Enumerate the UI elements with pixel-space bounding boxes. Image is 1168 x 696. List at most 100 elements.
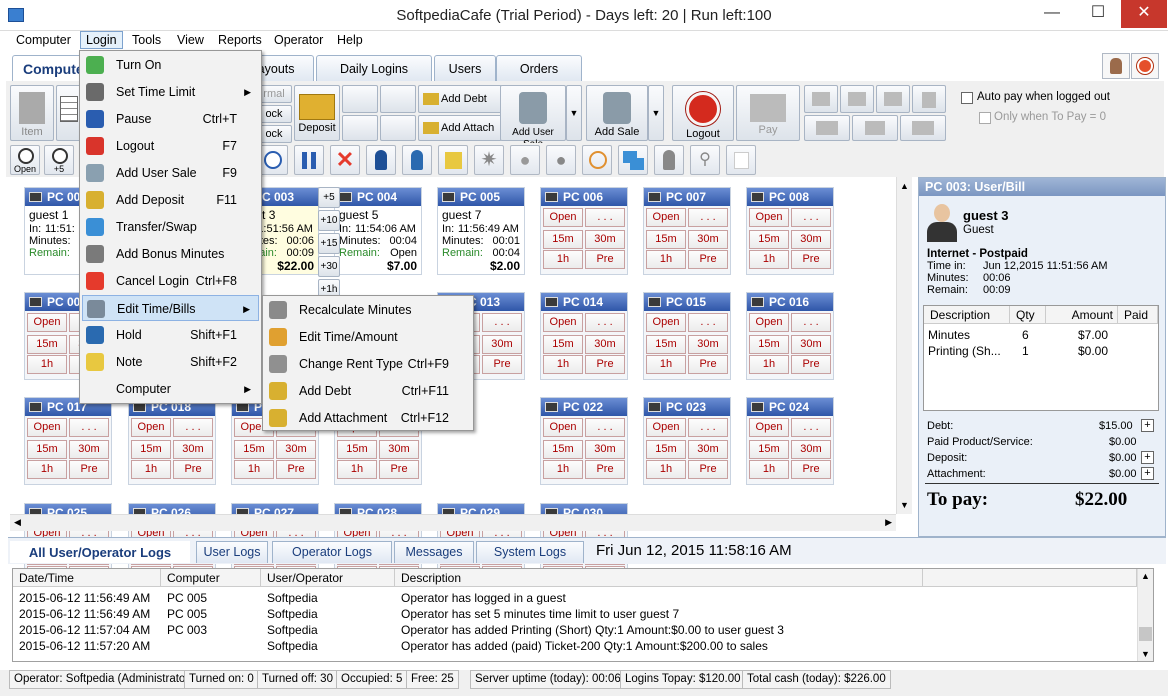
15m-button[interactable]: 15m	[27, 440, 67, 459]
login-menu-item[interactable]: Logout F7	[82, 133, 259, 159]
power-icon[interactable]	[1131, 53, 1159, 79]
1h-button[interactable]: 1h	[337, 460, 377, 479]
login-menu-item[interactable]: Note Shift+F2	[82, 349, 259, 375]
gray-button-7[interactable]	[900, 115, 946, 141]
edit-submenu-item[interactable]: Edit Time/Amount	[265, 324, 471, 350]
add-debt-button[interactable]: Add Debt	[418, 85, 502, 113]
message-button[interactable]: ●	[510, 145, 540, 175]
blank-button-2[interactable]	[380, 85, 416, 113]
login-menu-item[interactable]: Cancel Login Ctrl+F8	[82, 268, 259, 294]
blank-tool-button[interactable]	[726, 145, 756, 175]
open-button[interactable]: Open	[543, 418, 583, 437]
open-button[interactable]: Open	[543, 208, 583, 227]
note-button[interactable]	[438, 145, 468, 175]
login-menu-item[interactable]: Edit Time/Bills ▶	[82, 295, 259, 321]
close-button[interactable]: ✕	[1121, 0, 1167, 28]
30m-button[interactable]: 30m	[791, 230, 831, 249]
gray-button-4[interactable]	[912, 85, 946, 113]
col-description[interactable]: Description	[395, 569, 923, 587]
col-datetime[interactable]: Date/Time	[13, 569, 161, 587]
open-button[interactable]: Open	[543, 313, 583, 332]
1h-button[interactable]: 1h	[749, 355, 789, 374]
pc-tile[interactable]: PC 014 Open. . . 15m 30m 1h Pre	[540, 292, 628, 380]
login-menu-item[interactable]: Add Deposit F11	[82, 187, 259, 213]
more-button[interactable]: . . .	[173, 418, 213, 437]
prepaid-button[interactable]: Pre	[688, 460, 728, 479]
prepaid-button[interactable]: Pre	[379, 460, 419, 479]
add-sale-button[interactable]: Add Sale	[586, 85, 648, 141]
add-debt-plus[interactable]: +	[1141, 419, 1154, 432]
add-time-button[interactable]: +30	[318, 256, 340, 277]
pc-tile[interactable]: PC 022 Open. . . 15m 30m 1h Pre	[540, 397, 628, 485]
15m-button[interactable]: 15m	[131, 440, 171, 459]
pc-tile[interactable]: PC 008 Open. . . 15m 30m 1h Pre	[746, 187, 834, 275]
add-time-button[interactable]: +10	[318, 210, 340, 231]
edit-submenu-item[interactable]: Add Debt Ctrl+F11	[265, 378, 471, 404]
maximize-button[interactable]: ☐	[1075, 0, 1121, 28]
pc-tile[interactable]: PC 016 Open. . . 15m 30m 1h Pre	[746, 292, 834, 380]
more-button[interactable]: . . .	[585, 313, 625, 332]
tab-system-logs[interactable]: System Logs	[476, 541, 584, 563]
tab-operator-logs[interactable]: Operator Logs	[272, 541, 392, 563]
30m-button[interactable]: 30m	[585, 230, 625, 249]
tab-users[interactable]: Users	[434, 55, 496, 82]
menu-view[interactable]: View	[177, 33, 204, 47]
prepaid-button[interactable]: Pre	[585, 460, 625, 479]
set-time-button[interactable]	[258, 145, 288, 175]
user-config-icon[interactable]	[1102, 53, 1130, 79]
15m-button[interactable]: 15m	[646, 440, 686, 459]
15m-button[interactable]: 15m	[749, 335, 789, 354]
blank-button-1[interactable]	[342, 85, 378, 113]
open-button[interactable]: Open	[749, 313, 789, 332]
login-menu-item[interactable]: Pause Ctrl+T	[82, 106, 259, 132]
menu-reports[interactable]: Reports	[218, 33, 262, 47]
pc-tile[interactable]: PC 024 Open. . . 15m 30m 1h Pre	[746, 397, 834, 485]
gray-button-1[interactable]	[804, 85, 838, 113]
gauge-button[interactable]	[582, 145, 612, 175]
deposit-button[interactable]: Deposit	[294, 85, 340, 141]
login-menu-item[interactable]: Add User Sale F9	[82, 160, 259, 186]
gray-button-6[interactable]	[852, 115, 898, 141]
1h-button[interactable]: 1h	[646, 250, 686, 269]
more-button[interactable]: . . .	[482, 313, 522, 332]
pc-tile[interactable]: PC 015 Open. . . 15m 30m 1h Pre	[643, 292, 731, 380]
15m-button[interactable]: 15m	[234, 440, 274, 459]
prepaid-button[interactable]: Pre	[688, 355, 728, 374]
prepaid-button[interactable]: Pre	[69, 460, 109, 479]
tab-messages[interactable]: Messages	[394, 541, 474, 563]
pause-button[interactable]	[294, 145, 324, 175]
add-sale-dropdown[interactable]: ▼	[648, 85, 664, 141]
swap-button[interactable]	[618, 145, 648, 175]
1h-button[interactable]: 1h	[543, 460, 583, 479]
more-button[interactable]: . . .	[69, 418, 109, 437]
15m-button[interactable]: 15m	[646, 230, 686, 249]
open-button[interactable]: Open	[749, 208, 789, 227]
more-button[interactable]: . . .	[791, 208, 831, 227]
edit-submenu-item[interactable]: Change Rent Type Ctrl+F9	[265, 351, 471, 377]
1h-button[interactable]: 1h	[749, 460, 789, 479]
prepaid-button[interactable]: Pre	[791, 460, 831, 479]
30m-button[interactable]: 30m	[688, 440, 728, 459]
15m-button[interactable]: 15m	[646, 335, 686, 354]
logout-button[interactable]: Logout	[672, 85, 734, 141]
gray-button-2[interactable]	[840, 85, 874, 113]
grid-horizontal-scrollbar[interactable]: ◀ ▶	[10, 514, 896, 531]
col-paid[interactable]: Paid	[1118, 306, 1158, 324]
menu-computer[interactable]: Computer	[16, 33, 71, 47]
add-time-button[interactable]: +5	[318, 187, 340, 208]
30m-button[interactable]: 30m	[69, 440, 109, 459]
15m-button[interactable]: 15m	[337, 440, 377, 459]
1h-button[interactable]: 1h	[749, 250, 789, 269]
plus5-timer-button[interactable]: +5	[44, 145, 74, 175]
pc-tile[interactable]: PC 006 Open. . . 15m 30m 1h Pre	[540, 187, 628, 275]
menu-help[interactable]: Help	[337, 33, 363, 47]
col-user-operator[interactable]: User/Operator	[261, 569, 395, 587]
1h-button[interactable]: 1h	[27, 355, 67, 374]
item-button[interactable]: Item	[10, 85, 54, 141]
pc-tile[interactable]: PC 007 Open. . . 15m 30m 1h Pre	[643, 187, 731, 275]
30m-button[interactable]: 30m	[791, 440, 831, 459]
more-button[interactable]: . . .	[791, 418, 831, 437]
15m-button[interactable]: 15m	[543, 335, 583, 354]
prepaid-button[interactable]: Pre	[585, 355, 625, 374]
pc-tile[interactable]: PC 017 Open. . . 15m 30m 1h Pre	[24, 397, 112, 485]
